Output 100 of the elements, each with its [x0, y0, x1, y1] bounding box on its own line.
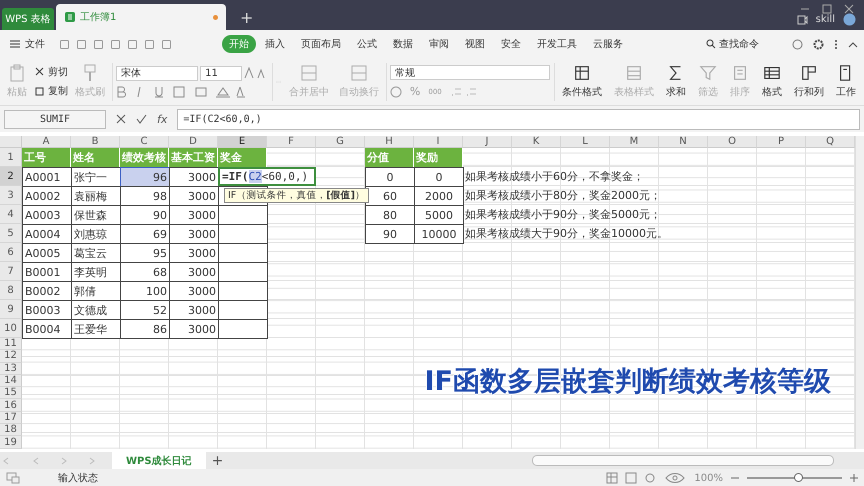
add-sheet-button[interactable]: +: [206, 452, 230, 468]
row-header[interactable]: 5: [0, 224, 22, 243]
row-header[interactable]: 15: [0, 387, 22, 400]
check-icon[interactable]: [136, 114, 147, 124]
column-header[interactable]: P: [757, 136, 806, 148]
status-icon[interactable]: [6, 472, 20, 484]
row-header[interactable]: 3: [0, 186, 22, 205]
column-header[interactable]: O: [708, 136, 757, 148]
column-header[interactable]: F: [267, 136, 316, 148]
column-header[interactable]: E: [218, 136, 267, 148]
menu-tab[interactable]: 开发工具: [530, 35, 584, 53]
table-cell: 68: [120, 262, 170, 282]
font-size-field[interactable]: 11: [200, 66, 242, 80]
cell-formula-input[interactable]: =IF(C2<60,0,): [218, 167, 316, 186]
menu-tab[interactable]: 视图: [458, 35, 492, 53]
row-header[interactable]: 13: [0, 362, 22, 375]
column-header[interactable]: K: [512, 136, 561, 148]
table-cell: 3000: [169, 167, 219, 187]
zoom-in-icon[interactable]: [850, 474, 858, 482]
table-header-cell: 分值: [365, 148, 414, 167]
toolbar-icon[interactable]: [127, 38, 138, 50]
horizontal-scrollbar[interactable]: [532, 455, 834, 466]
more-icon[interactable]: [834, 38, 838, 50]
new-tab-button[interactable]: +: [234, 4, 260, 30]
row-header[interactable]: 17: [0, 412, 22, 424]
formula-field[interactable]: =IF(C2<60,0,): [177, 108, 860, 130]
cancel-icon[interactable]: [116, 114, 126, 124]
menu-tab[interactable]: 云服务: [586, 35, 630, 53]
column-header[interactable]: J: [463, 136, 512, 148]
column-header[interactable]: H: [365, 136, 414, 148]
menu-tab[interactable]: 公式: [350, 35, 384, 53]
menu-tab[interactable]: 数据: [386, 35, 420, 53]
ribbon-button[interactable]: 条件格式: [558, 64, 606, 99]
command-search[interactable]: 查找命令: [700, 36, 765, 52]
table-cell: 3000: [169, 262, 219, 282]
function-button[interactable]: fx: [157, 112, 168, 126]
toolbar-icon[interactable]: [110, 38, 121, 50]
column-header[interactable]: I: [414, 136, 463, 148]
menu-tab[interactable]: 页面布局: [294, 35, 348, 53]
table-icon: [350, 64, 368, 82]
row-header[interactable]: 12: [0, 350, 22, 363]
name-box[interactable]: SUMIF: [4, 110, 106, 128]
user-name[interactable]: skill: [816, 14, 835, 25]
toolbar-icon[interactable]: [76, 38, 87, 50]
row-header[interactable]: 7: [0, 262, 22, 281]
zoom-slider-thumb[interactable]: [794, 473, 804, 482]
menu-tab[interactable]: 插入: [258, 35, 292, 53]
app-tab[interactable]: WPS 表格: [2, 8, 54, 30]
file-menu[interactable]: 文件: [6, 37, 49, 51]
table-cell: 葛宝云: [71, 243, 121, 263]
row-header[interactable]: 18: [0, 424, 22, 436]
maximize-icon[interactable]: [822, 4, 832, 14]
ribbon-button[interactable]: 行和列: [790, 64, 828, 99]
document-tab[interactable]: 工作簿1: [56, 4, 226, 30]
row-header[interactable]: 19: [0, 436, 22, 449]
row-header[interactable]: 1: [0, 148, 22, 167]
row-header[interactable]: 6: [0, 243, 22, 262]
toolbar-icon[interactable]: [144, 38, 155, 50]
toolbar-icon[interactable]: [161, 38, 172, 50]
column-header[interactable]: B: [71, 136, 120, 148]
close-icon[interactable]: [844, 4, 854, 14]
menu-tab[interactable]: 审阅: [422, 35, 456, 53]
row-header[interactable]: 10: [0, 319, 22, 338]
collapse-icon[interactable]: [848, 40, 858, 48]
row-header[interactable]: 14: [0, 374, 22, 388]
column-header[interactable]: Q: [806, 136, 855, 148]
ribbon-button[interactable]: 求和: [662, 64, 690, 99]
sheet-tab[interactable]: WPS成长日记: [112, 452, 206, 469]
ribbon-button[interactable]: 工作: [832, 64, 860, 99]
tablet-icon[interactable]: [796, 14, 808, 24]
row-header[interactable]: 8: [0, 281, 22, 300]
clipboard-button[interactable]: 剪切: [34, 65, 68, 79]
clipboard-button[interactable]: 复制: [34, 84, 68, 98]
column-header[interactable]: G: [316, 136, 365, 148]
menu-tab[interactable]: 开始: [222, 35, 256, 53]
font-name-field[interactable]: 宋体: [116, 66, 198, 80]
column-header[interactable]: A: [22, 136, 71, 148]
row-header[interactable]: 11: [0, 338, 22, 350]
toolbar-icon[interactable]: [59, 38, 70, 50]
row-header[interactable]: 4: [0, 205, 22, 224]
view-icons-drawing[interactable]: [606, 472, 686, 484]
column-header[interactable]: D: [169, 136, 218, 148]
row-header[interactable]: 9: [0, 300, 22, 319]
row-header[interactable]: 2: [0, 167, 22, 186]
table-icon: [300, 64, 318, 82]
settings-icon[interactable]: [813, 38, 824, 50]
row-header[interactable]: 16: [0, 399, 22, 412]
column-header[interactable]: M: [610, 136, 659, 148]
vertical-scrollbar[interactable]: [855, 136, 864, 449]
column-header[interactable]: L: [561, 136, 610, 148]
toolbar-icon[interactable]: [93, 38, 104, 50]
menu-tab[interactable]: 安全: [494, 35, 528, 53]
column-header[interactable]: N: [659, 136, 708, 148]
column-header[interactable]: C: [120, 136, 169, 148]
table-cell: 0: [414, 167, 464, 187]
table-cell: 52: [120, 300, 170, 320]
number-format-field[interactable]: 常规: [390, 65, 550, 80]
avatar-icon[interactable]: [843, 13, 856, 26]
ribbon-button[interactable]: 格式: [758, 64, 786, 99]
spreadsheet-icon: [64, 11, 76, 23]
